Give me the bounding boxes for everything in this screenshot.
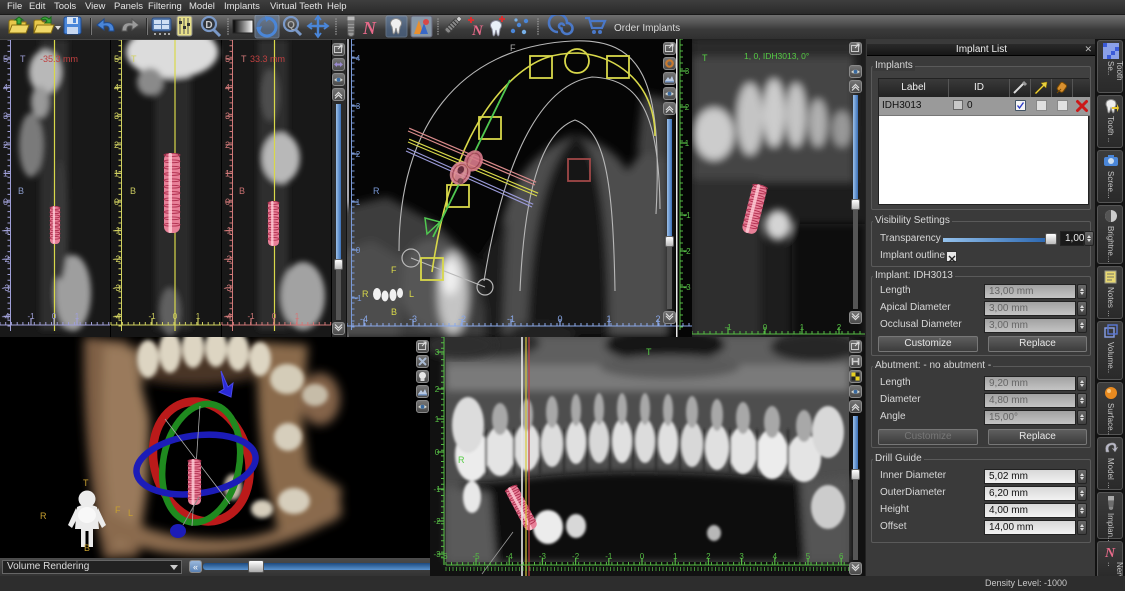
svg-text:3: 3 <box>225 111 230 121</box>
svg-text:-1: -1 <box>683 211 691 220</box>
svg-text:F: F <box>510 43 516 53</box>
svg-text:2: 2 <box>356 150 361 159</box>
svg-text:-3: -3 <box>112 283 120 293</box>
svg-text:R: R <box>458 455 465 465</box>
svg-text:L: L <box>409 289 414 299</box>
svg-text:3: 3 <box>685 67 690 76</box>
svg-text:1: 1 <box>356 198 361 207</box>
svg-text:T: T <box>646 347 652 357</box>
svg-text:F: F <box>115 505 121 515</box>
svg-text:0: 0 <box>356 246 361 255</box>
svg-text:2: 2 <box>3 140 8 150</box>
svg-text:4: 4 <box>114 83 119 93</box>
svg-text:R: R <box>373 186 380 196</box>
svg-text:B: B <box>130 186 136 196</box>
svg-text:L: L <box>128 508 133 518</box>
svg-text:5: 5 <box>225 54 230 64</box>
svg-text:33.3 mm: 33.3 mm <box>250 54 285 64</box>
svg-text:0: 0 <box>435 448 440 457</box>
svg-text:4: 4 <box>3 83 8 93</box>
svg-text:5: 5 <box>3 54 8 64</box>
svg-text:Order Implants: Order Implants <box>614 23 680 34</box>
svg-text:N: N <box>362 18 377 38</box>
svg-text:0: 0 <box>3 197 8 207</box>
svg-text:T: T <box>131 54 137 64</box>
svg-text:-1: -1 <box>223 226 231 236</box>
svg-text:T: T <box>83 478 89 488</box>
svg-text:1: 1 <box>435 415 440 424</box>
svg-text:4: 4 <box>356 54 361 63</box>
svg-text:5: 5 <box>114 54 119 64</box>
svg-text:B: B <box>391 307 397 317</box>
svg-text:1: 1 <box>3 168 8 178</box>
svg-text:1: 1 <box>225 168 230 178</box>
svg-text:1: 1 <box>114 168 119 178</box>
svg-text:-4: -4 <box>1 311 9 321</box>
svg-text:-3: -3 <box>223 283 231 293</box>
svg-text:-2: -2 <box>433 517 441 526</box>
svg-text:2: 2 <box>225 140 230 150</box>
svg-text:3: 3 <box>114 111 119 121</box>
svg-text:-1: -1 <box>1 226 9 236</box>
svg-text:B: B <box>18 186 24 196</box>
svg-text:-4: -4 <box>223 311 231 321</box>
svg-text:-4: -4 <box>112 311 120 321</box>
svg-text:Q: Q <box>287 20 295 31</box>
svg-text:-3: -3 <box>1 283 9 293</box>
svg-text:T: T <box>20 54 26 64</box>
svg-text:-3: -3 <box>683 283 691 292</box>
svg-text:2: 2 <box>435 385 440 394</box>
svg-text:-2: -2 <box>1 254 9 264</box>
svg-text:-2: -2 <box>112 254 120 264</box>
svg-text:B: B <box>84 543 90 553</box>
svg-text:D: D <box>205 20 212 31</box>
svg-text:3: 3 <box>435 348 440 357</box>
svg-text:F: F <box>391 265 397 275</box>
svg-text:0: 0 <box>114 197 119 207</box>
svg-text:1: 1 <box>685 139 690 148</box>
svg-text:-1: -1 <box>112 226 120 236</box>
svg-text:3: 3 <box>3 111 8 121</box>
svg-text:2: 2 <box>685 103 690 112</box>
svg-text:B: B <box>239 186 245 196</box>
svg-text:R: R <box>40 511 47 521</box>
svg-text:3: 3 <box>356 102 361 111</box>
svg-text:-1: -1 <box>433 485 441 494</box>
svg-text:T: T <box>241 54 247 64</box>
svg-text:-1: -1 <box>354 294 362 303</box>
svg-text:N: N <box>1104 546 1116 560</box>
svg-text:N: N <box>471 23 484 39</box>
svg-text:-2: -2 <box>683 247 691 256</box>
svg-text:2: 2 <box>114 140 119 150</box>
svg-text:R: R <box>362 289 369 299</box>
svg-text:-35.3 mm: -35.3 mm <box>40 54 78 64</box>
svg-text:1, 0, IDH3013, 0°: 1, 0, IDH3013, 0° <box>744 51 809 61</box>
svg-text:-2: -2 <box>223 254 231 264</box>
svg-text:4: 4 <box>225 83 230 93</box>
svg-text:0: 0 <box>225 197 230 207</box>
svg-text:T: T <box>702 53 708 63</box>
